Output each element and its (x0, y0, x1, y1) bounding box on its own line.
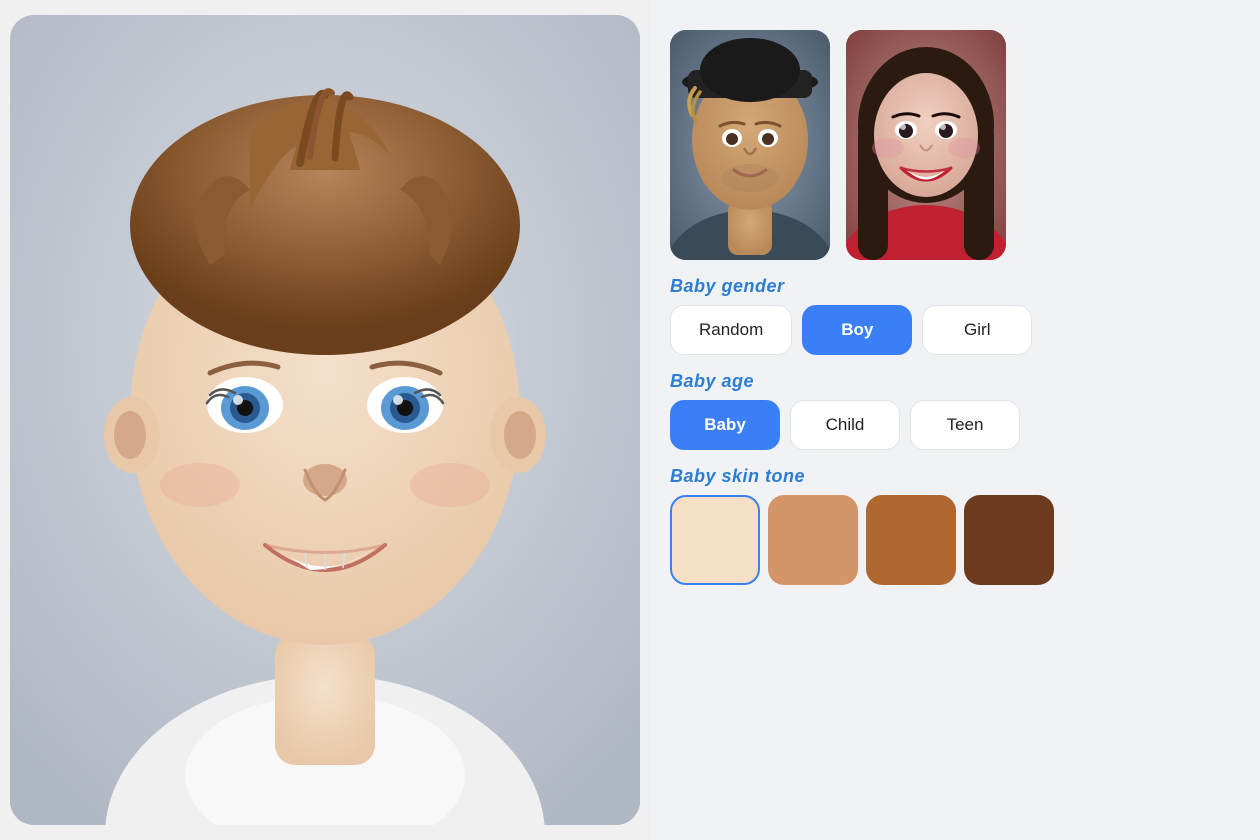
age-child-btn[interactable]: Child (790, 400, 900, 450)
right-panel: Baby gender Random Boy Girl Baby age Bab… (650, 0, 1260, 840)
gender-label: Baby gender (670, 276, 1230, 297)
age-button-group: Baby Child Teen (670, 400, 1230, 450)
skin-swatch-3[interactable] (964, 495, 1054, 585)
skin-swatch-1[interactable] (768, 495, 858, 585)
skin-label: Baby skin tone (670, 466, 1230, 487)
gender-girl-btn[interactable]: Girl (922, 305, 1032, 355)
skin-section: Baby skin tone (670, 466, 1230, 585)
age-baby-btn[interactable]: Baby (670, 400, 780, 450)
age-section: Baby age Baby Child Teen (670, 371, 1230, 450)
mom-photo[interactable] (846, 30, 1006, 260)
skin-swatch-group (670, 495, 1230, 585)
gender-section: Baby gender Random Boy Girl (670, 276, 1230, 355)
parent-photos-row (670, 30, 1230, 260)
main-child-photo (10, 15, 640, 825)
age-label: Baby age (670, 371, 1230, 392)
skin-swatch-0[interactable] (670, 495, 760, 585)
skin-swatch-2[interactable] (866, 495, 956, 585)
left-panel (0, 0, 650, 840)
dad-photo[interactable] (670, 30, 830, 260)
gender-random-btn[interactable]: Random (670, 305, 792, 355)
gender-button-group: Random Boy Girl (670, 305, 1230, 355)
gender-boy-btn[interactable]: Boy (802, 305, 912, 355)
age-teen-btn[interactable]: Teen (910, 400, 1020, 450)
